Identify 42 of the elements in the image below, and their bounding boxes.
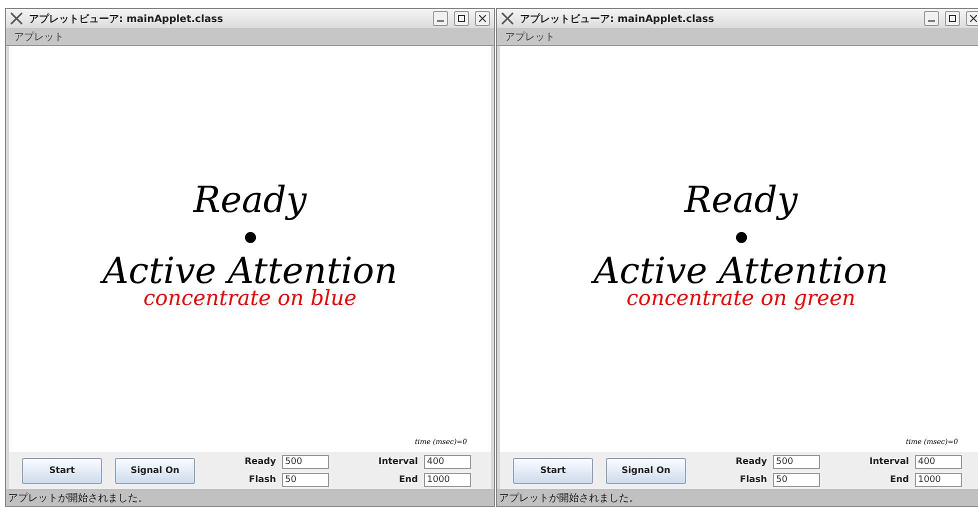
minimize-button[interactable] (924, 11, 939, 26)
input-field[interactable]: 500 (282, 454, 329, 468)
fixation-dot (244, 232, 256, 243)
window-title: アプレットビューア: mainApplet.class (29, 12, 224, 26)
minimize-button[interactable] (433, 11, 448, 26)
input-field[interactable]: 50 (773, 472, 820, 486)
start-button[interactable]: Start (22, 458, 102, 484)
input-field[interactable]: 500 (773, 454, 820, 468)
start-button[interactable]: Start (513, 458, 593, 484)
input-field[interactable]: 1000 (915, 472, 962, 486)
window-logo-icon (10, 12, 23, 25)
input-field[interactable]: 1000 (424, 472, 471, 486)
fixation-dot (736, 232, 746, 243)
field-label: Ready (244, 456, 276, 466)
ready-text: Ready (684, 179, 798, 223)
field-label: Interval (377, 456, 418, 466)
maximize-icon (949, 15, 956, 22)
signal-button[interactable]: Signal On (606, 458, 686, 484)
status-text: アプレットが開始されました。 (8, 492, 148, 504)
field-label: End (398, 474, 418, 484)
field-label: End (889, 474, 909, 484)
window-logo-icon (501, 12, 514, 25)
field-label: Ready (734, 456, 767, 466)
input-field[interactable]: 400 (424, 454, 471, 468)
close-icon (479, 15, 486, 22)
menu-item[interactable]: アプレット (14, 30, 64, 44)
maximize-button[interactable] (945, 11, 960, 26)
field-label: Flash (738, 474, 767, 484)
input-field[interactable]: 50 (282, 472, 329, 486)
menu-item[interactable]: アプレット (505, 30, 555, 44)
maximize-icon (458, 15, 465, 22)
field-label: Flash (248, 474, 276, 484)
close-button[interactable] (475, 11, 490, 26)
ready-text: Ready (193, 179, 307, 223)
field-label: Interval (868, 456, 909, 466)
status-text: アプレットが開始されました。 (499, 492, 639, 504)
close-button[interactable] (966, 11, 978, 26)
input-field[interactable]: 400 (915, 454, 962, 468)
window-title: アプレットビューア: mainApplet.class (520, 12, 716, 26)
maximize-button[interactable] (454, 11, 469, 26)
close-icon (970, 15, 977, 22)
signal-button[interactable]: Signal On (115, 458, 195, 484)
